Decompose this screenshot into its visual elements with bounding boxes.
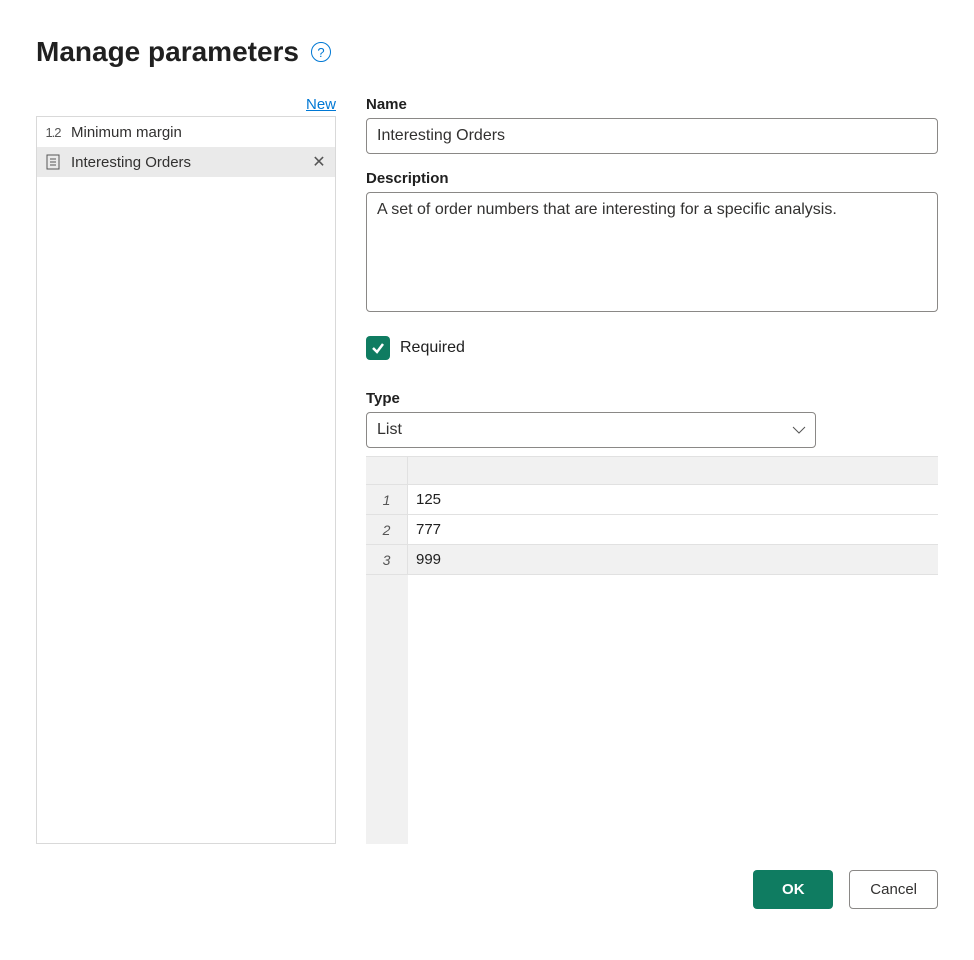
help-icon[interactable]: ? xyxy=(311,42,331,62)
grid-value-cell[interactable]: 999 xyxy=(408,545,938,575)
type-label: Type xyxy=(366,390,938,407)
new-parameter-link-wrap: New xyxy=(36,96,336,114)
parameter-list: 1.2 Minimum margin Interesting Orders ✕ xyxy=(36,116,336,844)
grid-row-number[interactable]: 2 xyxy=(366,515,408,545)
grid-value-cell[interactable]: 125 xyxy=(408,485,938,515)
name-label: Name xyxy=(366,96,938,113)
ok-button[interactable]: OK xyxy=(753,870,833,909)
grid-row-number[interactable]: 1 xyxy=(366,485,408,515)
description-textarea[interactable]: A set of order numbers that are interest… xyxy=(366,192,938,312)
grid-value-cell[interactable]: 777 xyxy=(408,515,938,545)
page-title: Manage parameters xyxy=(36,36,299,68)
type-select-wrap xyxy=(366,412,816,448)
grid-row-number[interactable]: 3 xyxy=(366,545,408,575)
parameter-form: Name Description A set of order numbers … xyxy=(366,96,938,844)
required-label: Required xyxy=(400,339,465,357)
parameter-label: Interesting Orders xyxy=(71,154,301,171)
list-icon xyxy=(43,154,63,170)
type-select[interactable] xyxy=(366,412,816,448)
cancel-button[interactable]: Cancel xyxy=(849,870,938,909)
required-toggle-row: Required xyxy=(366,336,938,360)
decimal-icon: 1.2 xyxy=(43,125,63,140)
grid-values: 125 777 999 xyxy=(408,457,938,844)
grid-column-header[interactable] xyxy=(408,457,938,485)
required-checkbox[interactable] xyxy=(366,336,390,360)
dialog-header: Manage parameters ? xyxy=(36,36,938,68)
grid-row-numbers: 1 2 3 xyxy=(366,457,408,844)
parameter-label: Minimum margin xyxy=(71,124,329,141)
delete-parameter-icon[interactable]: ✕ xyxy=(309,152,329,172)
new-parameter-link[interactable]: New xyxy=(306,96,336,113)
grid-corner xyxy=(366,457,408,485)
dialog-content: New 1.2 Minimum margin Interesting Order… xyxy=(36,96,938,844)
list-values-grid: 1 2 3 125 777 999 xyxy=(366,456,938,844)
description-label: Description xyxy=(366,170,938,187)
parameter-row-minimum-margin[interactable]: 1.2 Minimum margin xyxy=(37,117,335,147)
name-input[interactable] xyxy=(366,118,938,154)
dialog-footer: OK Cancel xyxy=(36,870,938,909)
parameter-row-interesting-orders[interactable]: Interesting Orders ✕ xyxy=(37,147,335,177)
parameter-list-panel: New 1.2 Minimum margin Interesting Order… xyxy=(36,96,336,844)
